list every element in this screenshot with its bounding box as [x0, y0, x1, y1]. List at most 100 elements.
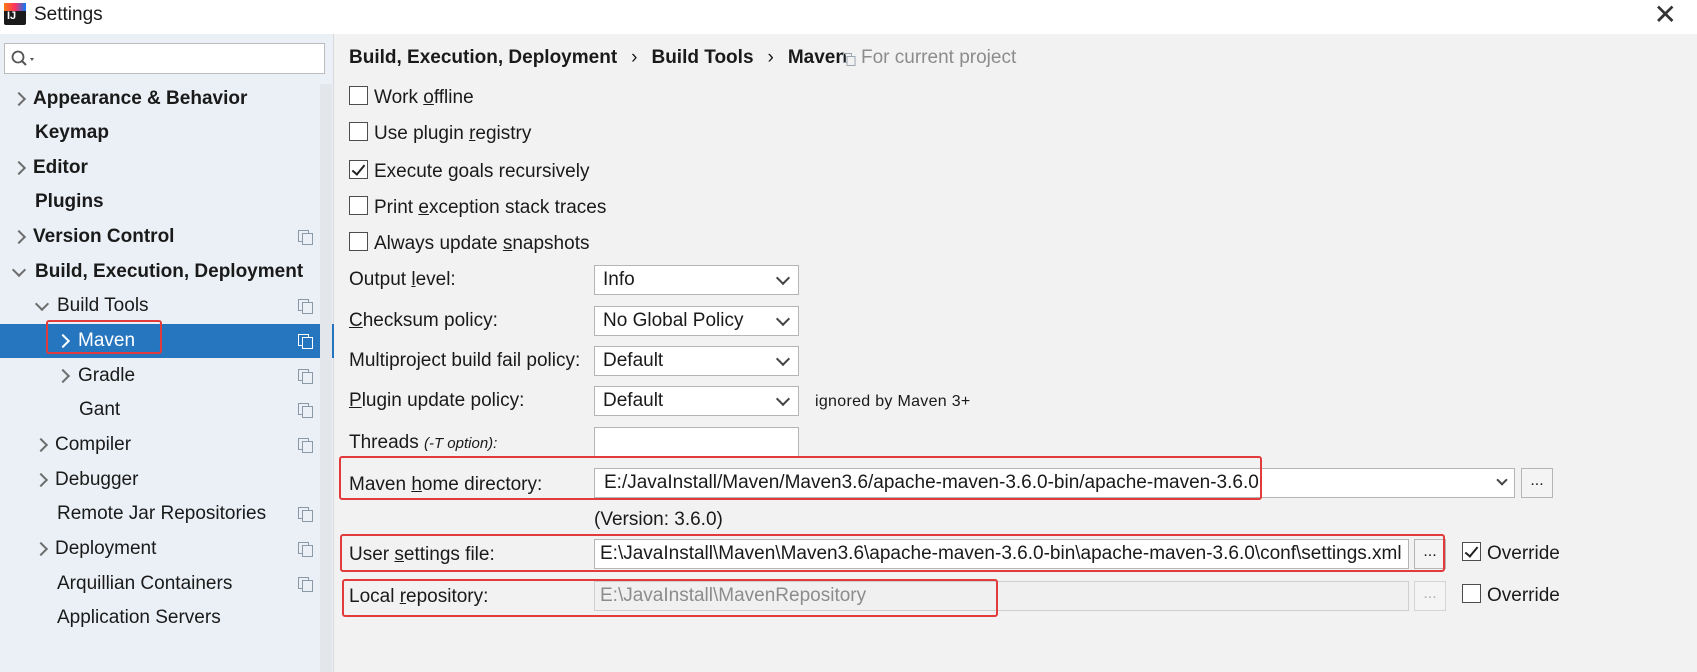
checkbox-label: xception stack traces	[428, 197, 607, 218]
plugin-update-policy-select[interactable]: Default	[594, 386, 799, 416]
chevron-right-icon	[12, 220, 26, 254]
intellij-logo-icon: IJ	[4, 3, 26, 25]
checkbox[interactable]	[349, 196, 368, 216]
sidebar-item-label: Gant	[79, 399, 121, 420]
sidebar-item-compiler[interactable]: Compiler	[0, 428, 334, 462]
plugin-update-policy-label: Plugin update policy:	[349, 390, 525, 411]
multiproject-policy-label: Multiproject build fail policy:	[349, 350, 581, 371]
checkbox[interactable]	[1462, 584, 1481, 604]
breadcrumb-separator: ›	[767, 47, 774, 68]
threads-input[interactable]	[594, 427, 799, 457]
sidebar-item-debugger[interactable]: Debugger	[0, 463, 334, 497]
sidebar-item-label: Version Control	[33, 226, 175, 247]
sidebar-item-maven[interactable]: Maven	[0, 324, 334, 358]
plugin-update-note: ignored by Maven 3+	[815, 393, 971, 410]
work-offline-checkbox[interactable]: Work offline	[349, 85, 474, 111]
checksum-policy-label: Checksum policy:	[349, 310, 498, 331]
scope-label: For current project	[861, 47, 1017, 68]
user-settings-input[interactable]: E:\JavaInstall\Maven\Maven3.6\apache-mav…	[594, 539, 1409, 569]
breadcrumb: Build, Execution, Deployment › Build Tools…	[349, 47, 861, 69]
sidebar-item-appearance-behavior[interactable]: Appearance & Behavior	[0, 82, 334, 116]
sidebar-item-label: Gradle	[78, 365, 136, 386]
chevron-down-icon	[12, 255, 26, 289]
checkbox[interactable]	[349, 232, 368, 252]
chevron-right-icon	[34, 532, 48, 566]
sidebar-item-deployment[interactable]: Deployment	[0, 532, 334, 566]
chevron-right-icon	[12, 151, 26, 185]
local-repository-browse-button[interactable]: ...	[1414, 581, 1446, 611]
project-scope-icon	[843, 53, 856, 66]
sidebar-item-label: Build, Execution, Deployment	[35, 261, 304, 282]
execute-goals-recursively-checkbox[interactable]: Execute goals recursively	[349, 159, 589, 185]
breadcrumb-item[interactable]: Build Tools	[651, 47, 753, 68]
local-repository-override-checkbox[interactable]: Override	[1462, 583, 1560, 609]
always-update-snapshots-checkbox[interactable]: Always update snapshots	[349, 231, 589, 257]
chevron-right-icon	[34, 463, 48, 497]
output-level-select[interactable]: Info	[594, 265, 799, 295]
settings-sidebar: Appearance & Behavior Keymap Editor Plug…	[0, 34, 334, 672]
project-scope-icon	[298, 230, 313, 245]
chevron-down-icon[interactable]	[1496, 474, 1508, 486]
breadcrumb-item: Maven	[787, 47, 847, 68]
close-icon[interactable]: ✕	[1654, 0, 1677, 30]
sidebar-item-label: Maven	[78, 330, 136, 351]
sidebar-item-version-control[interactable]: Version Control	[0, 220, 334, 254]
sidebar-item-editor[interactable]: Editor	[0, 151, 334, 185]
search-input[interactable]	[4, 43, 325, 74]
sidebar-scrollbar[interactable]	[320, 84, 332, 672]
mnemonic: s	[502, 233, 513, 254]
chevron-right-icon	[56, 324, 70, 358]
user-settings-browse-button[interactable]: ...	[1414, 539, 1446, 569]
checkbox-label: Override	[1487, 543, 1560, 564]
sidebar-item-plugins[interactable]: Plugins	[0, 185, 334, 219]
output-level-label: Output level:	[349, 269, 456, 290]
local-repository-input[interactable]: E:\JavaInstall\MavenRepository	[594, 581, 1409, 611]
sidebar-item-gradle[interactable]: Gradle	[0, 359, 334, 393]
project-scope-icon	[298, 438, 313, 453]
maven-version-label: (Version: 3.6.0)	[594, 509, 723, 530]
sidebar-item-build-execution-deployment[interactable]: Build, Execution, Deployment	[0, 255, 334, 289]
checkbox-label: Print	[374, 197, 419, 218]
breadcrumb-item[interactable]: Build, Execution, Deployment	[349, 47, 617, 68]
sidebar-item-label: Keymap	[35, 122, 109, 143]
sidebar-item-build-tools[interactable]: Build Tools	[0, 289, 334, 323]
sidebar-item-label: Application Servers	[57, 607, 221, 628]
sidebar-item-label: Compiler	[55, 434, 132, 455]
checkbox-label: Override	[1487, 585, 1560, 606]
project-scope-icon	[298, 542, 313, 557]
sidebar-item-label: Arquillian Containers	[57, 573, 233, 594]
sidebar-item-label: Appearance & Behavior	[33, 88, 248, 109]
checkbox[interactable]	[349, 86, 368, 106]
user-settings-override-checkbox[interactable]: Override	[1462, 541, 1560, 567]
chevron-right-icon	[12, 82, 26, 116]
print-exception-stack-traces-checkbox[interactable]: Print exception stack traces	[349, 195, 606, 221]
user-settings-label: User settings file:	[349, 544, 495, 565]
maven-settings-panel: Build, Execution, Deployment › Build Tools…	[335, 34, 1697, 672]
breadcrumb-separator: ›	[631, 47, 638, 68]
checkbox[interactable]	[349, 160, 368, 180]
sidebar-item-label: Debugger	[55, 469, 139, 490]
maven-home-combobox[interactable]: E:/JavaInstall/Maven/Maven3.6/apache-mav…	[594, 468, 1515, 498]
project-scope-icon	[298, 299, 313, 314]
checkbox[interactable]	[1462, 542, 1481, 562]
project-scope-icon	[298, 577, 313, 592]
maven-home-label: Maven home directory:	[349, 474, 543, 495]
multiproject-policy-select[interactable]: Default	[594, 346, 799, 376]
maven-home-browse-button[interactable]: ...	[1521, 468, 1553, 498]
sidebar-item-arquillian-containers[interactable]: Arquillian Containers	[0, 567, 334, 601]
local-repository-label: Local repository:	[349, 586, 489, 607]
use-plugin-registry-checkbox[interactable]: Use plugin registry	[349, 121, 531, 147]
checkbox-label: Execute	[374, 161, 448, 182]
checkbox[interactable]	[349, 122, 368, 142]
sidebar-item-keymap[interactable]: Keymap	[0, 116, 334, 150]
sidebar-item-application-servers[interactable]: Application Servers	[0, 601, 334, 635]
project-scope-icon	[298, 369, 313, 384]
mnemonic: g	[447, 161, 459, 182]
sidebar-item-gant[interactable]: Gant	[0, 393, 334, 427]
project-scope-icon	[298, 403, 313, 418]
title-bar: IJ Settings ✕	[0, 0, 1697, 34]
sidebar-item-remote-jar-repositories[interactable]: Remote Jar Repositories	[0, 497, 334, 531]
checksum-policy-select[interactable]: No Global Policy	[594, 306, 799, 336]
chevron-down-icon	[35, 289, 49, 323]
chevron-right-icon	[56, 359, 70, 393]
